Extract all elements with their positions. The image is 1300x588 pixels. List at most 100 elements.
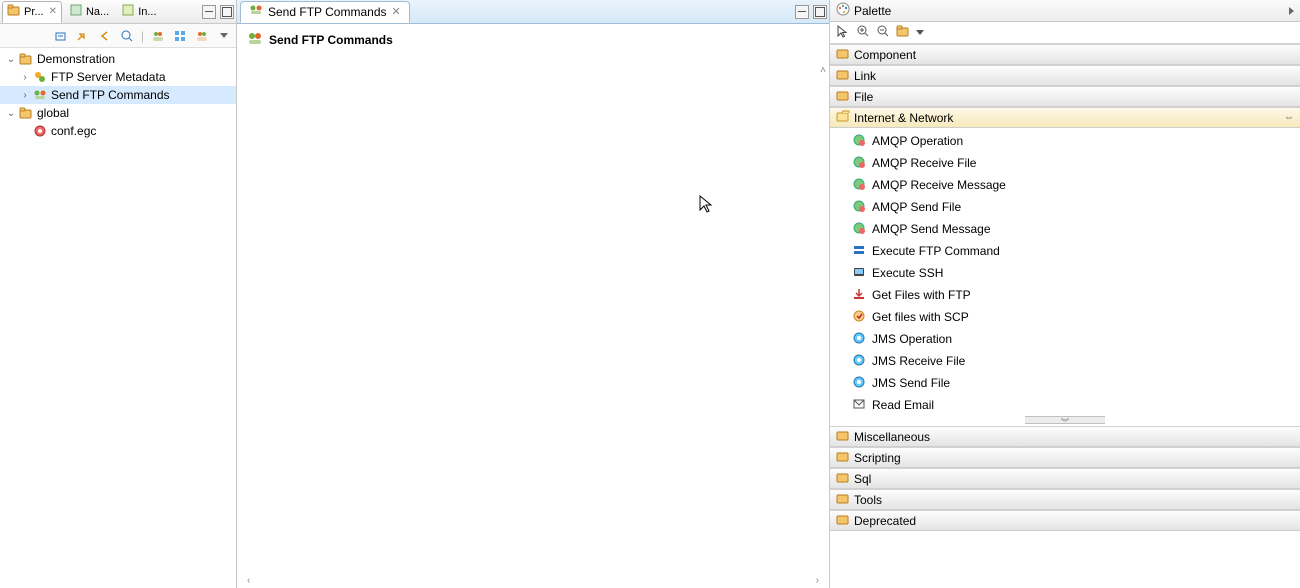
view-tabs: Pr... ✕ Na... In... <box>0 0 236 24</box>
palette-item-label: JMS Operation <box>872 332 952 346</box>
palette-item[interactable]: Read Email <box>830 394 1300 416</box>
gear-icon <box>32 123 48 139</box>
palette-panel: Palette Component Link File <box>829 0 1300 588</box>
close-icon[interactable]: ✕ <box>392 5 401 18</box>
close-icon[interactable]: ✕ <box>49 6 57 17</box>
drawer-deprecated[interactable]: Deprecated <box>830 510 1300 531</box>
folder-icon <box>836 470 850 487</box>
minimize-icon[interactable] <box>202 5 216 19</box>
zoom-out-icon[interactable] <box>876 24 890 41</box>
palette-item[interactable]: Get files with SCP <box>830 306 1300 328</box>
tab-navigator[interactable]: Na... <box>64 1 114 23</box>
palette-item[interactable]: Execute SSH <box>830 262 1300 284</box>
editor-area: Send FTP Commands ✕ Send FTP Commands ˄ … <box>237 0 829 588</box>
tree-node-demonstration[interactable]: ⌄ Demonstration <box>0 50 236 68</box>
tab-label: In... <box>138 6 156 18</box>
process-icon <box>247 30 263 49</box>
drawer-label: Miscellaneous <box>854 430 930 444</box>
palette-item[interactable]: AMQP Send Message <box>830 218 1300 240</box>
palette-item[interactable]: Get Files with FTP <box>830 284 1300 306</box>
drawer-link[interactable]: Link <box>830 65 1300 86</box>
collapse-handle[interactable]: ︾ <box>1025 416 1105 424</box>
project-explorer-panel: Pr... ✕ Na... In... <box>0 0 237 588</box>
palette-item[interactable]: AMQP Receive Message <box>830 174 1300 196</box>
scroll-up-icon[interactable]: ˄ <box>820 65 826 76</box>
nav-icon <box>69 3 83 20</box>
chevron-right-icon[interactable] <box>1289 7 1294 15</box>
drawer-component[interactable]: Component <box>830 44 1300 65</box>
search-icon[interactable] <box>119 28 135 44</box>
link-editor-icon[interactable] <box>75 28 91 44</box>
dropdown-icon[interactable] <box>916 30 924 35</box>
component-icon <box>852 375 866 392</box>
editor-tab-send-ftp[interactable]: Send FTP Commands ✕ <box>240 1 410 23</box>
chevron-right-icon[interactable]: › <box>18 72 32 83</box>
palette-item[interactable]: AMQP Operation <box>830 130 1300 152</box>
back-icon[interactable] <box>97 28 113 44</box>
tree-node-conf[interactable]: conf.egc <box>0 122 236 140</box>
palette-item[interactable]: AMQP Receive File <box>830 152 1300 174</box>
component-icon <box>852 309 866 326</box>
maximize-icon[interactable] <box>220 5 234 19</box>
view-menu-icon[interactable] <box>216 28 232 44</box>
component-icon <box>852 287 866 304</box>
component-icon <box>852 177 866 194</box>
scroll-right-icon[interactable]: › <box>816 575 819 586</box>
chevron-down-icon[interactable]: ⌄ <box>4 54 18 65</box>
palette-item[interactable]: JMS Receive File <box>830 350 1300 372</box>
pin-icon[interactable]: ⇔ <box>1284 112 1294 123</box>
component-icon <box>852 133 866 150</box>
palette-item-label: Execute SSH <box>872 266 943 280</box>
palette-item-label: Read Email <box>872 398 934 412</box>
people-icon[interactable] <box>150 28 166 44</box>
drawer-label: Deprecated <box>854 514 916 528</box>
palette-item-label: AMQP Receive Message <box>872 178 1006 192</box>
people2-icon[interactable] <box>194 28 210 44</box>
editor-tab-label: Send FTP Commands <box>268 5 387 19</box>
int-icon <box>121 3 135 20</box>
editor-tabs: Send FTP Commands ✕ <box>237 0 829 24</box>
tab-label: Pr... <box>24 6 44 18</box>
component-icon <box>852 243 866 260</box>
palette-drawers[interactable]: Component Link File Internet & Network ⇔… <box>830 44 1300 588</box>
palette-item[interactable]: JMS Operation <box>830 328 1300 350</box>
chevron-down-icon[interactable]: ⌄ <box>4 108 18 119</box>
tab-project[interactable]: Pr... ✕ <box>2 1 62 23</box>
hscroll-hints: ‹ › <box>247 575 819 586</box>
drawer-miscellaneous[interactable]: Miscellaneous <box>830 426 1300 447</box>
chevron-right-icon[interactable]: › <box>18 90 32 101</box>
folder-icon <box>836 512 850 529</box>
component-icon <box>852 221 866 238</box>
folder-icon <box>836 449 850 466</box>
process-icon <box>32 87 48 103</box>
tree-node-global[interactable]: ⌄ global <box>0 104 236 122</box>
project-tree[interactable]: ⌄ Demonstration › FTP Server Metadata › … <box>0 48 236 588</box>
palette-item[interactable]: JMS Send File <box>830 372 1300 394</box>
collapse-all-icon[interactable] <box>53 28 69 44</box>
grid-icon[interactable] <box>172 28 188 44</box>
drawer-internet-network[interactable]: Internet & Network ⇔ <box>830 107 1300 128</box>
minimize-icon[interactable] <box>795 5 809 19</box>
drawer-tools[interactable]: Tools <box>830 489 1300 510</box>
tree-node-ftp-metadata[interactable]: › FTP Server Metadata <box>0 68 236 86</box>
editor-canvas[interactable]: ˄ ‹ › <box>237 55 829 588</box>
palette-item[interactable]: AMQP Send File <box>830 196 1300 218</box>
drawer-label: Sql <box>854 472 871 486</box>
tab-integration[interactable]: In... <box>116 1 161 23</box>
select-tool-icon[interactable] <box>836 24 850 41</box>
folder-icon <box>836 46 850 63</box>
tree-label: Demonstration <box>37 52 115 66</box>
folder-icon[interactable] <box>896 24 910 41</box>
zoom-in-icon[interactable] <box>856 24 870 41</box>
editor-title: Send FTP Commands <box>269 33 393 47</box>
tree-node-send-ftp[interactable]: › Send FTP Commands <box>0 86 236 104</box>
drawer-file[interactable]: File <box>830 86 1300 107</box>
component-icon <box>852 353 866 370</box>
component-icon <box>852 199 866 216</box>
drawer-sql[interactable]: Sql <box>830 468 1300 489</box>
scroll-left-icon[interactable]: ‹ <box>247 575 250 586</box>
tab-label: Na... <box>86 6 109 18</box>
palette-item[interactable]: Execute FTP Command <box>830 240 1300 262</box>
maximize-icon[interactable] <box>813 5 827 19</box>
drawer-scripting[interactable]: Scripting <box>830 447 1300 468</box>
